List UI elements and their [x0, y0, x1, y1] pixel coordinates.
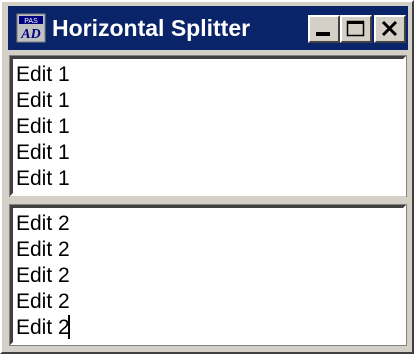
- edit-2-line: Edit 2: [16, 290, 70, 313]
- edit-1-field[interactable]: Edit 1 Edit 1 Edit 1 Edit 1 Edit 1: [9, 55, 407, 197]
- edit-1-line: Edit 1: [16, 167, 70, 190]
- window-title: Horizontal Splitter: [52, 15, 251, 41]
- edit-2-line: Edit 2: [16, 316, 70, 339]
- minimize-icon: [316, 32, 330, 36]
- edit-2-line: Edit 2: [16, 264, 70, 287]
- edit-2-lines: Edit 2 Edit 2 Edit 2 Edit 2 Edit 2: [16, 211, 70, 341]
- close-icon: [381, 20, 398, 37]
- svg-text:AD: AD: [20, 27, 40, 42]
- text-caret: [67, 315, 70, 339]
- title-bar[interactable]: PAS AD Horizontal Splitter: [8, 6, 408, 50]
- app-icon: PAS AD: [16, 13, 46, 43]
- maximize-icon: [346, 20, 365, 37]
- edit-2-line: Edit 2: [16, 238, 70, 261]
- edit-2-line: Edit 2: [16, 212, 70, 235]
- horizontal-splitter-bar[interactable]: [10, 196, 406, 205]
- edit-1-line: Edit 1: [16, 115, 70, 138]
- edit-1-line: Edit 1: [16, 63, 70, 86]
- close-button[interactable]: [374, 15, 406, 43]
- edit-1-line: Edit 1: [16, 141, 70, 164]
- maximize-button[interactable]: [340, 15, 372, 43]
- svg-text:PAS: PAS: [24, 18, 38, 25]
- minimize-button[interactable]: [308, 15, 340, 43]
- edit-1-lines: Edit 1 Edit 1 Edit 1 Edit 1 Edit 1: [16, 62, 70, 192]
- app-window: PAS AD Horizontal Splitter Edit 1 Edit 1…: [0, 0, 414, 354]
- edit-2-field[interactable]: Edit 2 Edit 2 Edit 2 Edit 2 Edit 2: [9, 204, 407, 346]
- edit-1-line: Edit 1: [16, 89, 70, 112]
- edit-2-last-line: Edit 2: [16, 315, 70, 341]
